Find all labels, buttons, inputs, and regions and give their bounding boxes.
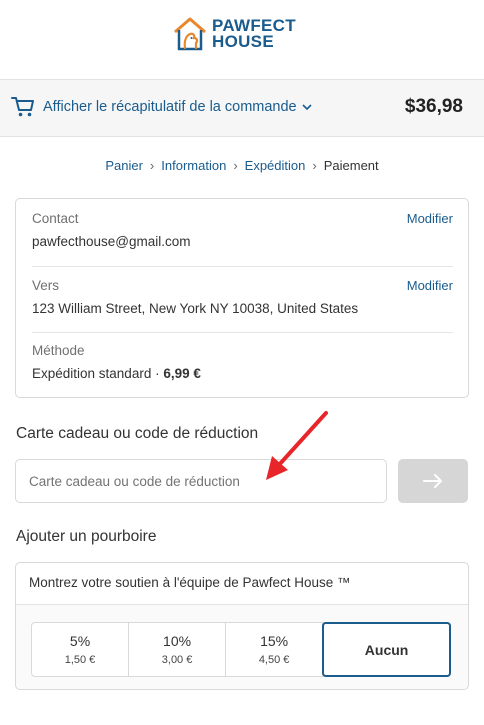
breadcrumb-payment: Paiement: [323, 158, 379, 173]
order-total: $36,98: [404, 96, 463, 117]
store-logo[interactable]: PAWFECT HOUSE: [172, 14, 296, 54]
tip-amount: 3,00 €: [161, 654, 193, 666]
cart-icon: [11, 97, 34, 117]
method-value: Expédition standard · 6,99 €: [32, 366, 453, 381]
method-label: Méthode: [32, 343, 85, 358]
breadcrumb-separator-icon: ›: [312, 158, 317, 173]
tip-amount: 4,50 €: [258, 654, 290, 666]
arrow-right-icon: [423, 474, 442, 488]
logo-line-2: HOUSE: [212, 32, 274, 51]
ship-to-row: Vers 123 William Street, New York NY 100…: [32, 278, 453, 316]
tip-options: 5% 1,50 € 10% 3,00 € 15% 4,50 € Aucun: [31, 622, 451, 677]
order-summary-label: Afficher le récapitulatif de la commande: [43, 99, 297, 115]
gift-card-input[interactable]: [15, 459, 387, 503]
gift-card-title: Carte cadeau ou code de réduction: [16, 425, 259, 442]
contact-label: Contact: [32, 211, 79, 226]
tip-percent: 5%: [69, 633, 91, 649]
tip-option-none[interactable]: Aucun: [322, 622, 451, 677]
tip-percent: 15%: [260, 633, 289, 649]
breadcrumb: Panier › Information › Expédition › Paiement: [0, 158, 484, 173]
breadcrumb-information[interactable]: Information: [161, 158, 226, 173]
tip-box: Montrez votre soutien à l'équipe de Pawf…: [15, 562, 469, 690]
shipping-method-name: Expédition standard ·: [32, 366, 164, 381]
divider: [32, 266, 453, 267]
breadcrumb-separator-icon: ›: [233, 158, 238, 173]
apply-code-button[interactable]: [398, 459, 468, 503]
tip-option-10[interactable]: 10% 3,00 €: [129, 623, 227, 676]
edit-contact-link[interactable]: Modifier: [407, 211, 453, 226]
contact-row: Contact pawfecthouse@gmail.com Modifier: [32, 211, 453, 249]
divider: [32, 332, 453, 333]
tip-amount: 1,50 €: [64, 654, 96, 666]
tip-support-text: Montrez votre soutien à l'équipe de Pawf…: [16, 563, 468, 605]
contact-value: pawfecthouse@gmail.com: [32, 234, 191, 249]
method-row: Méthode Expédition standard · 6,99 €: [32, 343, 453, 381]
checkout-review-box: Contact pawfecthouse@gmail.com Modifier …: [15, 198, 469, 398]
tip-option-15[interactable]: 15% 4,50 €: [226, 623, 324, 676]
show-order-summary-link[interactable]: Afficher le récapitulatif de la commande: [43, 99, 312, 115]
chevron-down-icon: [302, 104, 312, 111]
ship-to-label: Vers: [32, 278, 60, 293]
edit-address-link[interactable]: Modifier: [407, 278, 453, 293]
ship-to-value: 123 William Street, New York NY 10038, U…: [32, 301, 359, 316]
tip-option-5[interactable]: 5% 1,50 €: [32, 623, 130, 676]
tip-title: Ajouter un pourboire: [16, 528, 157, 545]
tip-percent: 10%: [163, 633, 192, 649]
order-summary-bar[interactable]: Afficher le récapitulatif de la commande…: [0, 79, 484, 137]
breadcrumb-cart[interactable]: Panier: [105, 158, 143, 173]
house-logo-icon: [174, 17, 206, 51]
breadcrumb-separator-icon: ›: [149, 158, 155, 173]
shipping-price: 6,99 €: [163, 366, 201, 381]
breadcrumb-shipping[interactable]: Expédition: [245, 158, 306, 173]
